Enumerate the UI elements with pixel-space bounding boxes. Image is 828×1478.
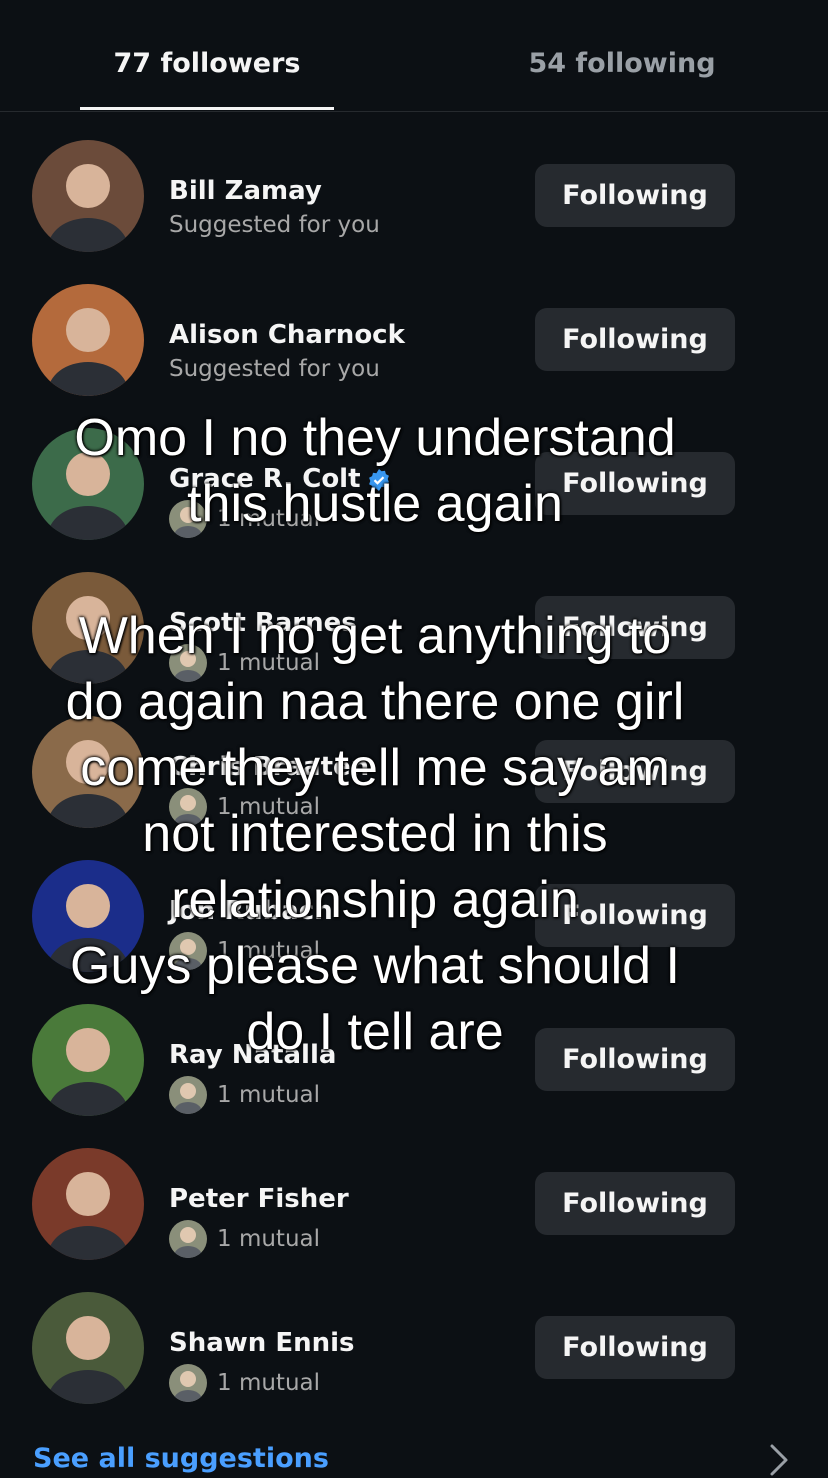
mutual-avatar	[169, 932, 207, 970]
mutual-avatar	[169, 788, 207, 826]
user-name[interactable]: Bill Zamay	[169, 176, 322, 206]
following-button[interactable]: Following	[535, 452, 735, 515]
user-row[interactable]: Ray Natalla 1 mutual Following	[0, 1000, 828, 1120]
chevron-right-icon[interactable]	[766, 1442, 792, 1478]
tab-following[interactable]: 54 following	[472, 48, 772, 79]
user-row[interactable]: Chris Braaten 1 mutual Following	[0, 712, 828, 832]
user-name[interactable]: Alison Charnock	[169, 320, 405, 350]
user-subtitle: 1 mutual	[169, 1076, 320, 1114]
user-subtitle: 1 mutual	[169, 500, 320, 538]
user-subtitle: 1 mutual	[169, 932, 320, 970]
following-button[interactable]: Following	[535, 596, 735, 659]
mutual-avatar	[169, 644, 207, 682]
avatar[interactable]	[32, 716, 144, 828]
user-name[interactable]: Shawn Ennis	[169, 1328, 355, 1358]
user-name[interactable]: Chris Braaten	[169, 752, 369, 782]
following-button[interactable]: Following	[535, 740, 735, 803]
user-subtitle: 1 mutual	[169, 788, 320, 826]
avatar[interactable]	[32, 428, 144, 540]
following-button[interactable]: Following	[535, 308, 735, 371]
user-row[interactable]: Jon Rubach 1 mutual Following	[0, 856, 828, 976]
mutual-avatar	[169, 1220, 207, 1258]
following-button[interactable]: Following	[535, 1028, 735, 1091]
tab-followers[interactable]: 77 followers	[57, 48, 357, 79]
user-name[interactable]: Peter Fisher	[169, 1184, 349, 1214]
user-subtitle: 1 mutual	[169, 1364, 320, 1402]
user-subtitle: 1 mutual	[169, 1220, 320, 1258]
mutual-avatar	[169, 1076, 207, 1114]
see-all-suggestions-link[interactable]: See all suggestions	[33, 1443, 329, 1474]
user-name[interactable]: Scott Barnes	[169, 608, 357, 638]
user-row[interactable]: Bill Zamay Suggested for you Following	[0, 136, 828, 256]
user-row[interactable]: Shawn Ennis 1 mutual Following	[0, 1288, 828, 1408]
user-subtitle: 1 mutual	[169, 644, 320, 682]
following-button[interactable]: Following	[535, 1172, 735, 1235]
user-name[interactable]: Grace R. Colt	[169, 464, 391, 494]
following-button[interactable]: Following	[535, 1316, 735, 1379]
avatar[interactable]	[32, 140, 144, 252]
avatar[interactable]	[32, 1004, 144, 1116]
user-row[interactable]: Alison Charnock Suggested for you Followin…	[0, 280, 828, 400]
user-row[interactable]: Grace R. Colt 1 mutual Following	[0, 424, 828, 544]
avatar[interactable]	[32, 284, 144, 396]
mutual-avatar	[169, 500, 207, 538]
avatar[interactable]	[32, 1292, 144, 1404]
user-row[interactable]: Peter Fisher 1 mutual Following	[0, 1144, 828, 1264]
user-subtitle: Suggested for you	[169, 356, 380, 382]
follow-tabs: 77 followers 54 following	[0, 0, 828, 112]
avatar[interactable]	[32, 572, 144, 684]
mutual-avatar	[169, 1364, 207, 1402]
avatar[interactable]	[32, 1148, 144, 1260]
active-tab-indicator	[80, 107, 334, 110]
user-name[interactable]: Ray Natalla	[169, 1040, 336, 1070]
user-name[interactable]: Jon Rubach	[169, 896, 333, 926]
following-button[interactable]: Following	[535, 164, 735, 227]
user-row[interactable]: Scott Barnes 1 mutual Following	[0, 568, 828, 688]
following-button[interactable]: Following	[535, 884, 735, 947]
user-subtitle: Suggested for you	[169, 212, 380, 238]
avatar[interactable]	[32, 860, 144, 972]
verified-badge-icon	[368, 468, 389, 491]
